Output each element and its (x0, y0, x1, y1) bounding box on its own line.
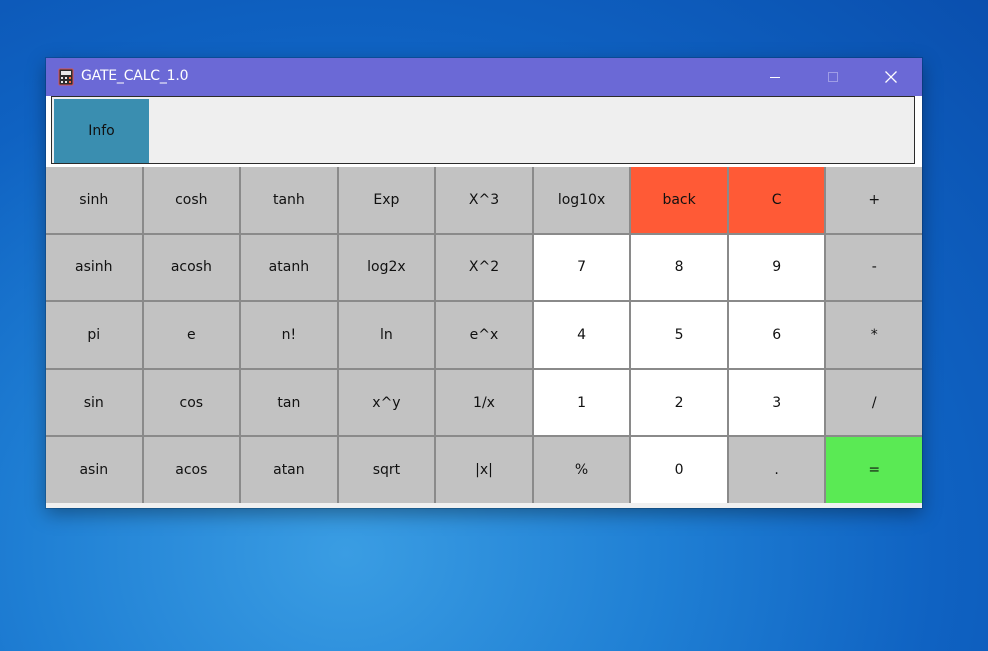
key-asinh-button[interactable]: asinh (46, 234, 142, 301)
key-8-button[interactable]: 8 (631, 234, 727, 301)
key-e-button[interactable]: e (143, 302, 240, 368)
key-divide-button[interactable]: / (826, 369, 922, 436)
info-button[interactable]: Info (54, 99, 149, 163)
key-percent-button[interactable]: % (533, 437, 630, 503)
key-ln-button[interactable]: ln (338, 302, 435, 368)
key-atanh-button[interactable]: atanh (241, 234, 337, 301)
maximize-button[interactable] (810, 58, 856, 96)
calculator-window: GATE_CALC_1.0 Info sinh cosh tanh Exp X^3 log… (46, 58, 922, 508)
key-reciprocal-button[interactable]: 1/x (436, 369, 532, 436)
key-tanh-button[interactable]: tanh (241, 167, 337, 233)
key-6-button[interactable]: 6 (728, 302, 825, 368)
key-minus-button[interactable]: - (826, 234, 922, 301)
key-cube-button[interactable]: X^3 (436, 167, 532, 233)
minimize-icon (770, 77, 780, 78)
key-exp-button[interactable]: Exp (338, 167, 435, 233)
key-sinh-button[interactable]: sinh (46, 167, 142, 233)
key-cos-button[interactable]: cos (143, 369, 240, 436)
key-square-button[interactable]: X^2 (436, 234, 532, 301)
key-sqrt-button[interactable]: sqrt (338, 437, 435, 503)
key-equals-button[interactable]: = (826, 437, 922, 503)
key-abs-button[interactable]: |x| (436, 437, 532, 503)
display-panel: Info (51, 96, 915, 164)
key-sin-button[interactable]: sin (46, 369, 142, 436)
key-acosh-button[interactable]: acosh (143, 234, 240, 301)
keypad: sinh cosh tanh Exp X^3 log10x back C + asinh acosh… (46, 167, 922, 503)
key-7-button[interactable]: 7 (533, 234, 630, 301)
minimize-button[interactable] (752, 58, 798, 96)
key-multiply-button[interactable]: * (826, 302, 922, 368)
key-9-button[interactable]: 9 (728, 234, 825, 301)
key-decimal-button[interactable]: . (728, 437, 825, 503)
key-asin-button[interactable]: asin (46, 437, 142, 503)
calculator-icon (58, 68, 74, 86)
key-plus-button[interactable]: + (826, 167, 922, 233)
key-log2x-button[interactable]: log2x (338, 234, 435, 301)
window-bottom-edge (46, 503, 922, 508)
key-0-button[interactable]: 0 (631, 437, 727, 503)
key-clear-button[interactable]: C (728, 167, 825, 233)
key-2-button[interactable]: 2 (631, 369, 727, 436)
close-button[interactable] (868, 58, 914, 96)
key-cosh-button[interactable]: cosh (143, 167, 240, 233)
window-title: GATE_CALC_1.0 (81, 68, 189, 84)
close-icon (885, 71, 897, 83)
key-exp-e-button[interactable]: e^x (436, 302, 532, 368)
key-backspace-button[interactable]: back (631, 167, 727, 233)
maximize-icon (828, 72, 838, 82)
title-bar[interactable]: GATE_CALC_1.0 (46, 58, 922, 96)
key-pi-button[interactable]: pi (46, 302, 142, 368)
key-atan-button[interactable]: atan (241, 437, 337, 503)
key-1-button[interactable]: 1 (533, 369, 630, 436)
key-power-button[interactable]: x^y (338, 369, 435, 436)
key-4-button[interactable]: 4 (533, 302, 630, 368)
key-factorial-button[interactable]: n! (241, 302, 337, 368)
key-3-button[interactable]: 3 (728, 369, 825, 436)
key-5-button[interactable]: 5 (631, 302, 727, 368)
key-acos-button[interactable]: acos (143, 437, 240, 503)
key-log10x-button[interactable]: log10x (533, 167, 630, 233)
key-tan-button[interactable]: tan (241, 369, 337, 436)
